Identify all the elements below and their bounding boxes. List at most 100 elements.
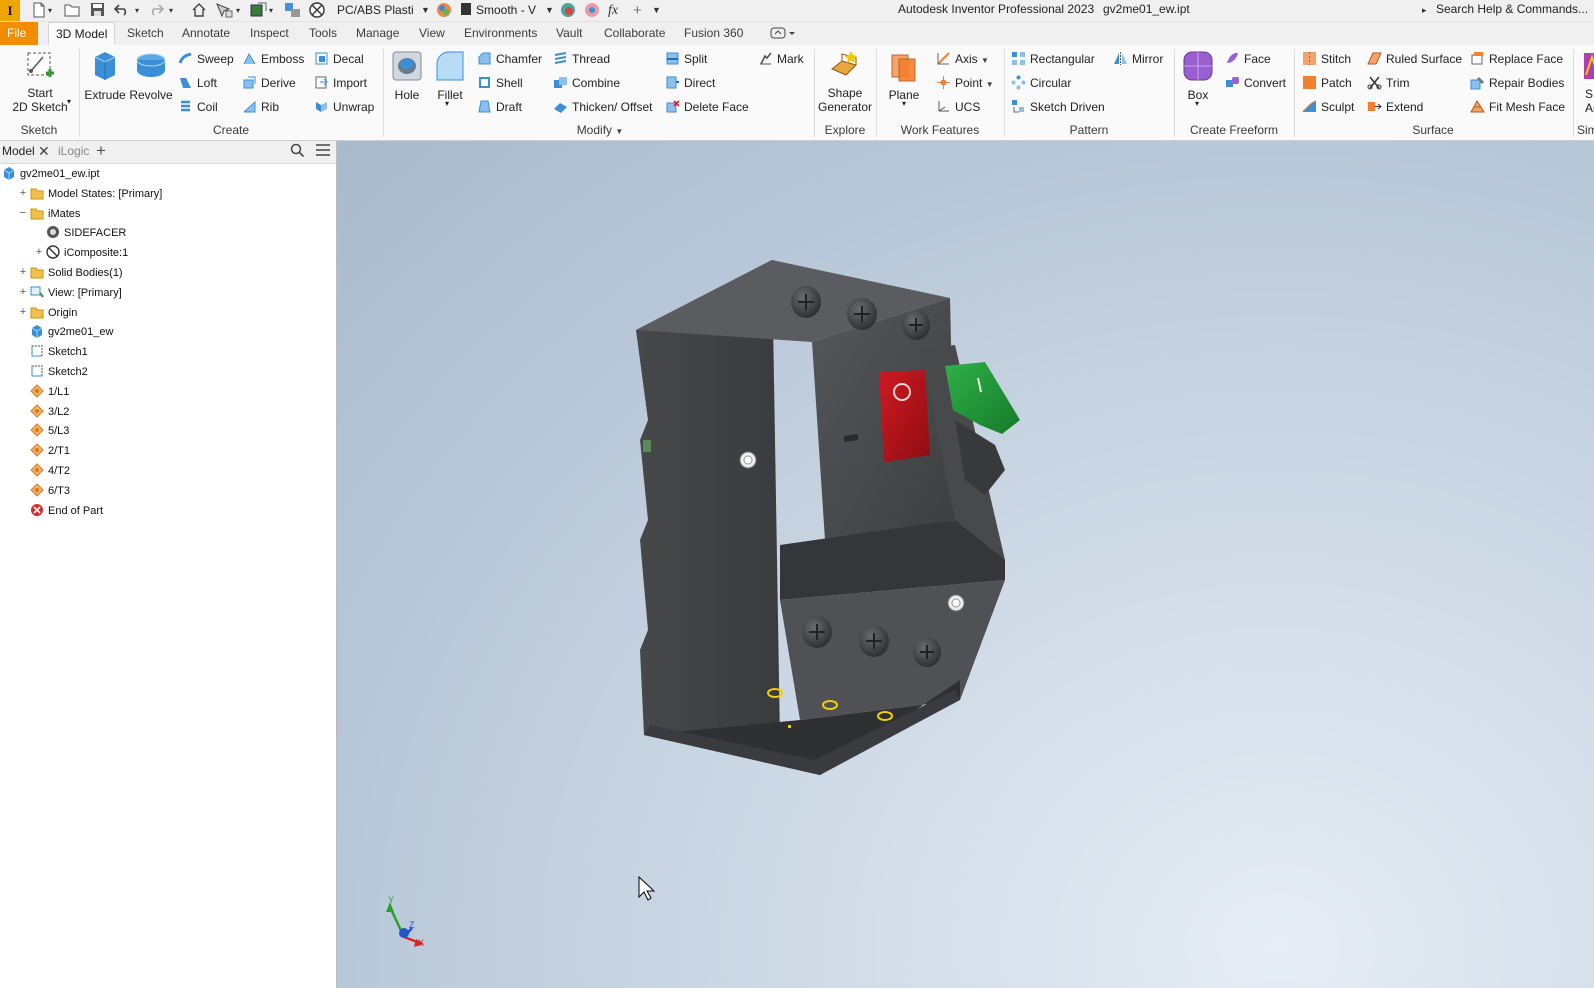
trim-button[interactable]: Trim xyxy=(1367,73,1410,93)
patch-button[interactable]: Patch xyxy=(1302,73,1352,93)
undo-icon[interactable] xyxy=(114,2,130,19)
tab-vault[interactable]: Vault xyxy=(549,22,589,45)
tree-node[interactable]: SIDEFACER xyxy=(46,223,126,243)
search-expand-icon[interactable]: ▸ xyxy=(1422,2,1427,19)
tree-node[interactable]: gv2me01_ew.ipt xyxy=(2,164,100,184)
off-button-red[interactable] xyxy=(879,370,930,462)
tree-expand-toggle[interactable]: + xyxy=(34,246,44,258)
unwrap-button[interactable]: Unwrap xyxy=(314,97,374,117)
panel-label-surface[interactable]: Surface xyxy=(1295,123,1571,137)
new-dropdown-icon[interactable]: ▾ xyxy=(48,2,52,19)
tree-node[interactable]: gv2me01_ew xyxy=(30,322,113,342)
tree-node[interactable]: Solid Bodies(1) xyxy=(30,263,123,283)
fillet-dropdown-icon[interactable]: ▾ xyxy=(445,99,449,108)
tab-view[interactable]: View xyxy=(412,22,452,45)
tree-node[interactable]: 2/T1 xyxy=(30,441,70,461)
ruled-surface-button[interactable]: Ruled Surface xyxy=(1367,49,1462,69)
tab-tools[interactable]: Tools xyxy=(302,22,344,45)
hole-button[interactable]: Hole xyxy=(386,49,428,102)
appearance-select[interactable]: Smooth - V xyxy=(476,2,536,19)
shape-generator-button[interactable]: Shape Generator xyxy=(816,49,874,114)
derive-button[interactable]: Derive xyxy=(242,73,296,93)
rectangular-pattern-button[interactable]: Rectangular xyxy=(1011,49,1095,69)
extend-button[interactable]: Extend xyxy=(1367,97,1423,117)
tree-node[interactable]: 3/L2 xyxy=(30,402,69,422)
delete-face-button[interactable]: Delete Face xyxy=(665,97,749,117)
start-2d-sketch-button[interactable]: Start 2D Sketch xyxy=(10,49,70,114)
redo-dropdown-icon[interactable]: ▾ xyxy=(169,2,173,19)
replace-face-button[interactable]: Replace Face xyxy=(1470,49,1563,69)
panel-label-explore[interactable]: Explore xyxy=(815,123,875,137)
emboss-button[interactable]: Emboss xyxy=(242,49,304,69)
tree-node[interactable]: 5/L3 xyxy=(30,421,69,441)
tab-environments[interactable]: Environments xyxy=(457,22,544,45)
open-folder-icon[interactable] xyxy=(64,2,81,19)
panel-label-create[interactable]: Create xyxy=(80,123,382,137)
draft-button[interactable]: Draft xyxy=(477,97,522,117)
material-dropdown-icon[interactable]: ▼ xyxy=(421,2,430,19)
adjust-appearance-icon[interactable] xyxy=(560,2,576,19)
browser-search-icon[interactable] xyxy=(290,143,305,161)
decal-button[interactable]: Decal xyxy=(314,49,364,69)
tab-manage[interactable]: Manage xyxy=(349,22,406,45)
tab-sketch[interactable]: Sketch xyxy=(120,22,171,45)
material-icon[interactable] xyxy=(309,2,325,19)
clear-appearance-icon[interactable] xyxy=(584,2,600,19)
tree-node[interactable]: Sketch2 xyxy=(30,362,88,382)
customize-quick-access-icon[interactable]: ▼ xyxy=(652,2,661,19)
revolve-button[interactable]: Revolve xyxy=(128,49,174,102)
tab-fusion-360[interactable]: Fusion 360 xyxy=(677,22,750,45)
sketch-driven-pattern-button[interactable]: Sketch Driven xyxy=(1011,97,1105,117)
tree-expand-toggle[interactable]: + xyxy=(18,286,28,298)
tree-node[interactable]: Sketch1 xyxy=(30,342,88,362)
ribbon-display-options-icon[interactable] xyxy=(770,26,796,43)
parameters-button[interactable]: fx xyxy=(608,2,618,19)
panel-label-simulation[interactable]: Sim xyxy=(1574,123,1594,137)
save-icon[interactable] xyxy=(90,2,105,19)
thicken-offset-button[interactable]: Thicken/ Offset xyxy=(553,97,652,117)
thread-button[interactable]: Thread xyxy=(553,49,610,69)
tab-collaborate[interactable]: Collaborate xyxy=(597,22,672,45)
tree-node[interactable]: 6/T3 xyxy=(30,481,70,501)
stitch-button[interactable]: Stitch xyxy=(1302,49,1351,69)
tree-expand-toggle[interactable]: − xyxy=(18,207,28,219)
axis-dropdown-icon[interactable]: ▼ xyxy=(981,56,989,65)
mark-button[interactable]: Mark xyxy=(758,49,804,69)
panel-label-create-freeform[interactable]: Create Freeform xyxy=(1175,123,1293,137)
panel-label-modify[interactable]: Modify ▼ xyxy=(384,123,816,137)
chamfer-button[interactable]: Chamfer xyxy=(477,49,542,69)
select-tool-icon[interactable] xyxy=(215,2,233,19)
tree-node[interactable]: End of Part xyxy=(30,501,103,521)
appearance-icon[interactable] xyxy=(436,2,452,19)
update-icon[interactable] xyxy=(250,2,268,19)
model-canvas[interactable]: Y Z X xyxy=(337,141,1594,988)
import-button[interactable]: Import xyxy=(314,73,367,93)
circular-pattern-button[interactable]: Circular xyxy=(1011,73,1071,93)
view-triad[interactable]: Y Z X xyxy=(386,895,424,948)
select-dropdown-icon[interactable]: ▾ xyxy=(236,2,240,19)
rib-button[interactable]: Rib xyxy=(242,97,279,117)
ipart-icon[interactable] xyxy=(284,2,302,19)
tree-expand-toggle[interactable]: + xyxy=(18,187,28,199)
graphics-viewport[interactable]: Y Z X xyxy=(337,141,1594,988)
add-browser-tab-icon[interactable]: + xyxy=(96,141,106,161)
motor-circuit-breaker-model[interactable] xyxy=(636,260,1020,775)
shell-button[interactable]: Shell xyxy=(477,73,523,93)
update-dropdown-icon[interactable]: ▾ xyxy=(269,2,273,19)
plane-dropdown-icon[interactable]: ▾ xyxy=(902,99,906,108)
tree-node[interactable]: iComposite:1 xyxy=(46,243,128,263)
sweep-button[interactable]: Sweep xyxy=(178,49,234,69)
tree-node[interactable]: Origin xyxy=(30,303,77,323)
imate-glyph-right[interactable] xyxy=(947,594,965,612)
point-button[interactable]: Point ▼ xyxy=(936,73,994,93)
plane-button[interactable]: Plane xyxy=(882,49,926,102)
panel-label-sketch[interactable]: Sketch xyxy=(0,123,78,137)
loft-button[interactable]: Loft xyxy=(178,73,217,93)
freeform-box-button[interactable]: Box xyxy=(1178,49,1218,102)
tab-3d-model[interactable]: 3D Model xyxy=(48,22,116,46)
tab-inspect[interactable]: Inspect xyxy=(243,22,296,45)
browser-tab-ilogic[interactable]: iLogic xyxy=(58,144,89,158)
direct-button[interactable]: Direct xyxy=(665,73,715,93)
mirror-button[interactable]: Mirror xyxy=(1113,49,1163,69)
tab-file[interactable]: File xyxy=(0,22,38,45)
